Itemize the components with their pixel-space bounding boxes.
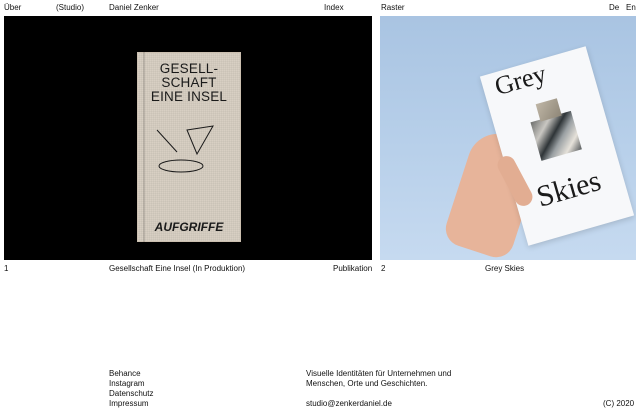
- footer-behance-link[interactable]: Behance: [109, 369, 141, 379]
- book-cover-title: GESELL- SCHAFT EINE INSEL: [150, 61, 228, 104]
- book-cover: GESELL- SCHAFT EINE INSEL AUFGRIFFE: [137, 52, 241, 242]
- footer-tagline-line-2: Menschen, Orte und Geschichten.: [306, 379, 428, 388]
- book-cover-series: AUFGRIFFE: [154, 220, 224, 234]
- geometric-art-icon: [156, 125, 214, 173]
- footer-instagram-link[interactable]: Instagram: [109, 379, 145, 389]
- project-1-image[interactable]: GESELL- SCHAFT EINE INSEL AUFGRIFFE: [4, 16, 372, 260]
- nav-about-link[interactable]: Über: [4, 3, 21, 13]
- site-name-link[interactable]: Daniel Zenker: [109, 3, 159, 13]
- lang-en-link[interactable]: En: [626, 3, 636, 13]
- project-2-number: 2: [381, 264, 386, 273]
- lang-de-link[interactable]: De: [609, 3, 619, 13]
- project-2-title-link[interactable]: Grey Skies: [485, 264, 524, 274]
- footer-impressum-link[interactable]: Impressum: [109, 399, 149, 409]
- card-title-skies: Skies: [532, 164, 605, 214]
- nav-raster-link[interactable]: Raster: [381, 3, 405, 13]
- project-1-number: 1: [4, 264, 9, 273]
- footer-email-link[interactable]: studio@zenkerdaniel.de: [306, 399, 392, 409]
- footer-copyright: (C) 2020: [603, 399, 635, 408]
- project-1-category: Publikation: [333, 264, 373, 273]
- nav-index-link[interactable]: Index: [324, 3, 344, 13]
- footer-tagline-line-1: Visuelle Identitäten für Unternehmen und: [306, 369, 452, 378]
- card-title-grey: Grey: [491, 58, 550, 102]
- project-1-title-link[interactable]: Gesellschaft Eine Insel (In Produktion): [109, 264, 245, 274]
- footer-datenschutz-link[interactable]: Datenschutz: [109, 389, 153, 399]
- project-2-image[interactable]: Grey Skies: [380, 16, 636, 260]
- card-photo: [530, 110, 582, 161]
- nav-studio-link[interactable]: (Studio): [56, 3, 84, 13]
